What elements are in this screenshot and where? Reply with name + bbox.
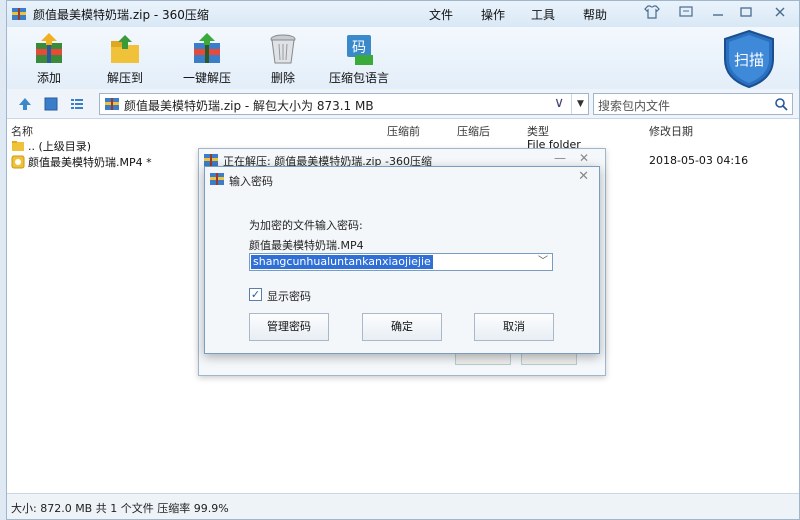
column-header-packed[interactable]: 压缩后 xyxy=(457,123,490,139)
password-dialog-header: 输入密码 ✕ xyxy=(205,167,599,191)
password-dialog-title: 输入密码 xyxy=(229,175,273,188)
delete-button[interactable]: 删除 xyxy=(247,31,319,86)
password-dialog: 输入密码 ✕ 为加密的文件输入密码: 颜值最美模特奶瑞.MP4 shangcun… xyxy=(204,166,600,354)
ok-button[interactable]: 确定 xyxy=(362,313,442,341)
skin-shirt-icon[interactable] xyxy=(643,4,661,20)
verify-check-icon[interactable]: ∨ xyxy=(554,95,570,111)
window-title: 颜值最美模特奶瑞.zip - 360压缩 xyxy=(33,8,209,22)
minimize-icon[interactable]: — xyxy=(551,149,569,167)
one-click-extract-icon xyxy=(194,33,220,63)
column-header-type[interactable]: 类型 xyxy=(527,123,549,139)
scan-label: 扫描 xyxy=(734,51,764,69)
toolbar: 添加 解压到 一键解压 删除 码 压缩包语言 扫描 xyxy=(7,27,799,89)
column-header-compressed[interactable]: 压缩前 xyxy=(387,123,420,139)
navigation-bar: 颜值最美模特奶瑞.zip - 解包大小为 873.1 MB ∨ ▼ 搜索包内文件 xyxy=(7,89,799,119)
show-password-label[interactable]: 显示密码 xyxy=(267,288,311,304)
file-row-parent[interactable]: .. (上级目录) xyxy=(11,138,91,154)
manage-password-button[interactable]: 管理密码 xyxy=(249,313,329,341)
search-icon[interactable] xyxy=(774,97,788,111)
scan-shield-button[interactable]: 扫描 xyxy=(721,29,777,89)
chevron-down-icon[interactable]: ﹀ xyxy=(538,254,548,270)
maximize-icon[interactable] xyxy=(737,4,755,20)
search-box[interactable]: 搜索包内文件 xyxy=(593,93,793,115)
title-bar: 颜值最美模特奶瑞.zip - 360压缩 文件 操作 工具 帮助 xyxy=(7,1,799,27)
archive-file-icon xyxy=(105,98,119,110)
archive-app-icon xyxy=(12,8,26,20)
address-text: 颜值最美模特奶瑞.zip - 解包大小为 873.1 MB xyxy=(124,99,374,113)
one-click-extract-button[interactable]: 一键解压 xyxy=(171,31,243,86)
minimize-icon[interactable] xyxy=(709,4,727,20)
file-name: .. (上级目录) xyxy=(28,140,92,153)
menu-file[interactable]: 文件 xyxy=(429,6,453,23)
thumbnail-view-icon[interactable] xyxy=(43,96,59,112)
cancel-button[interactable]: 取消 xyxy=(474,313,554,341)
address-bar[interactable]: 颜值最美模特奶瑞.zip - 解包大小为 873.1 MB ∨ ▼ xyxy=(99,93,589,115)
svg-text:码: 码 xyxy=(352,40,366,56)
file-modified: 2018-05-03 04:16 xyxy=(649,154,749,167)
delete-trash-icon xyxy=(270,34,296,64)
add-button[interactable]: 添加 xyxy=(13,31,85,86)
close-icon[interactable] xyxy=(771,4,789,20)
archive-language-icon: 码 xyxy=(347,35,373,65)
file-name: 颜值最美模特奶瑞.MP4 * xyxy=(28,156,152,169)
close-icon[interactable]: ✕ xyxy=(575,149,593,167)
menu-tools[interactable]: 工具 xyxy=(531,6,555,23)
column-header-name[interactable]: 名称 xyxy=(11,123,33,139)
show-password-checkbox[interactable]: ✓ xyxy=(249,288,262,301)
password-value: shangcunhualuntankanxiaojiejie xyxy=(251,255,433,269)
archive-language-button[interactable]: 码 压缩包语言 xyxy=(323,31,395,86)
feedback-icon[interactable] xyxy=(677,4,695,20)
extract-to-button[interactable]: 解压到 xyxy=(89,31,161,86)
list-view-icon[interactable] xyxy=(69,96,85,112)
status-text: 大小: 872.0 MB 共 1 个文件 压缩率 99.9% xyxy=(11,502,229,515)
file-row-mp4[interactable]: 颜值最美模特奶瑞.MP4 * xyxy=(11,154,152,170)
column-header-modified[interactable]: 修改日期 xyxy=(649,123,693,139)
status-bar: 大小: 872.0 MB 共 1 个文件 压缩率 99.9% xyxy=(7,493,799,519)
video-file-icon xyxy=(11,155,25,169)
folder-icon xyxy=(11,139,25,153)
encrypted-file-name: 颜值最美模特奶瑞.MP4 xyxy=(249,239,364,252)
close-icon[interactable]: ✕ xyxy=(578,169,589,184)
up-arrow-icon[interactable] xyxy=(17,96,33,112)
menu-operate[interactable]: 操作 xyxy=(481,6,505,23)
menu-help[interactable]: 帮助 xyxy=(583,6,607,23)
add-archive-icon xyxy=(36,33,62,63)
password-input[interactable]: shangcunhualuntankanxiaojiejie ﹀ xyxy=(249,253,553,271)
extract-to-icon xyxy=(111,35,139,63)
archive-app-icon xyxy=(210,173,224,185)
password-prompt: 为加密的文件输入密码: xyxy=(249,219,363,232)
search-input[interactable]: 搜索包内文件 xyxy=(598,97,670,114)
address-dropdown-icon[interactable]: ▼ xyxy=(571,94,589,114)
